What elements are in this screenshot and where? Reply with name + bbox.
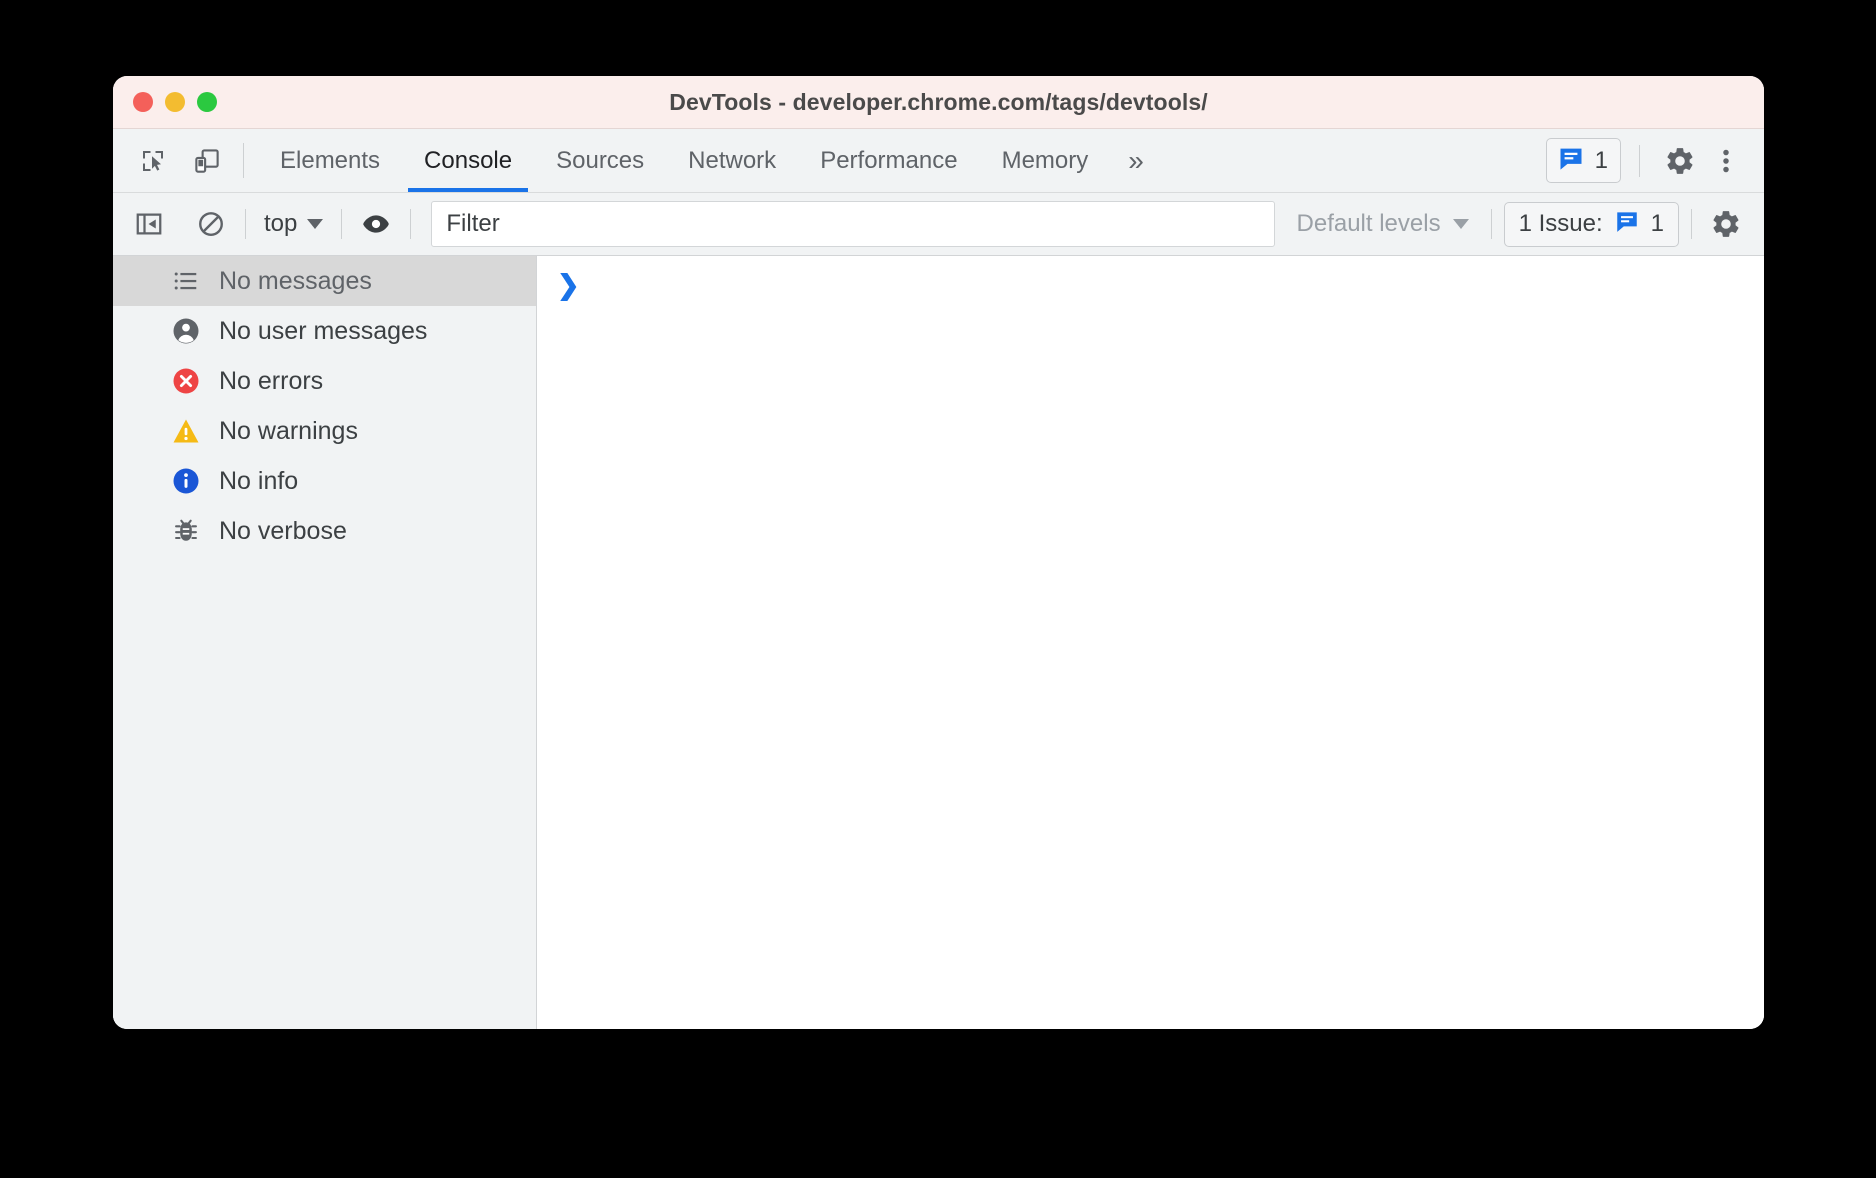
panel-tabs: Elements Console Sources Network Perform… xyxy=(258,129,1546,192)
console-toolbar-divider-2 xyxy=(341,209,342,239)
sidebar-item-label: No info xyxy=(219,467,298,496)
context-selector-value: top xyxy=(264,210,297,238)
sidebar-item-no-info[interactable]: No info xyxy=(113,456,536,506)
console-prompt-row[interactable]: ❯ xyxy=(537,256,1764,299)
sidebar-item-label: No messages xyxy=(219,267,372,296)
tabstrip-right-divider xyxy=(1639,145,1640,177)
tabstrip-left-tools xyxy=(113,129,229,192)
filter-input[interactable]: Filter xyxy=(431,201,1274,247)
window-title: DevTools - developer.chrome.com/tags/dev… xyxy=(113,89,1764,116)
kebab-menu-icon[interactable] xyxy=(1704,139,1748,183)
tab-performance-label: Performance xyxy=(820,147,957,175)
console-toolbar-divider-3 xyxy=(410,209,411,239)
tab-console[interactable]: Console xyxy=(402,129,534,192)
tab-memory-label: Memory xyxy=(1002,147,1089,175)
screenshot-stage: DevTools - developer.chrome.com/tags/dev… xyxy=(0,0,1876,1178)
console-toolbar-divider-4 xyxy=(1491,209,1492,239)
sidebar-item-label: No errors xyxy=(219,367,323,396)
sidebar-item-label: No user messages xyxy=(219,317,427,346)
filter-placeholder: Filter xyxy=(446,210,499,238)
clear-console-icon[interactable] xyxy=(189,202,233,246)
show-console-sidebar-icon[interactable] xyxy=(127,202,171,246)
bug-icon xyxy=(171,516,201,546)
issue-message-icon xyxy=(1557,144,1585,177)
issues-badge-button[interactable]: 1 xyxy=(1546,138,1621,183)
info-icon xyxy=(171,466,201,496)
tab-sources[interactable]: Sources xyxy=(534,129,666,192)
tab-memory[interactable]: Memory xyxy=(980,129,1111,192)
sidebar-item-label: No verbose xyxy=(219,517,347,546)
tab-performance[interactable]: Performance xyxy=(798,129,979,192)
sidebar-item-no-errors[interactable]: No errors xyxy=(113,356,536,406)
tab-elements-label: Elements xyxy=(280,147,380,175)
tab-sources-label: Sources xyxy=(556,147,644,175)
tab-console-label: Console xyxy=(424,147,512,175)
console-output-area[interactable]: ❯ xyxy=(537,256,1764,1029)
log-levels-value: Default levels xyxy=(1297,210,1441,238)
minimize-window-button[interactable] xyxy=(165,92,185,112)
user-icon xyxy=(171,316,201,346)
issues-counter-button[interactable]: 1 Issue: 1 xyxy=(1504,202,1679,247)
tab-network-label: Network xyxy=(688,147,776,175)
issues-badge-count: 1 xyxy=(1595,147,1608,175)
more-tabs-label: » xyxy=(1128,145,1142,177)
maximize-window-button[interactable] xyxy=(197,92,217,112)
sidebar-item-no-verbose[interactable]: No verbose xyxy=(113,506,536,556)
log-levels-selector[interactable]: Default levels xyxy=(1287,210,1479,238)
console-body: No messages No user messages xyxy=(113,256,1764,1029)
close-window-button[interactable] xyxy=(133,92,153,112)
tab-network[interactable]: Network xyxy=(666,129,798,192)
tabstrip-divider xyxy=(243,143,244,178)
chevron-down-icon xyxy=(1453,219,1469,229)
sidebar-item-no-messages[interactable]: No messages xyxy=(113,256,536,306)
device-toolbar-icon[interactable] xyxy=(185,139,229,183)
sidebar-item-label: No warnings xyxy=(219,417,358,446)
console-toolbar-divider-5 xyxy=(1691,209,1692,239)
devtools-window: DevTools - developer.chrome.com/tags/dev… xyxy=(113,76,1764,1029)
error-icon xyxy=(171,366,201,396)
console-toolbar-divider-1 xyxy=(245,209,246,239)
list-icon xyxy=(171,266,201,296)
sidebar-item-no-user-messages[interactable]: No user messages xyxy=(113,306,536,356)
chevron-down-icon xyxy=(307,219,323,229)
eye-icon[interactable] xyxy=(354,202,398,246)
issue-message-icon xyxy=(1614,208,1640,241)
javascript-context-selector[interactable]: top xyxy=(258,202,329,246)
console-sidebar: No messages No user messages xyxy=(113,256,537,1029)
devtools-tabstrip: Elements Console Sources Network Perform… xyxy=(113,129,1764,193)
console-toolbar: top Filter Default levels 1 Issue: xyxy=(113,193,1764,256)
inspect-cursor-icon[interactable] xyxy=(131,139,175,183)
warning-icon xyxy=(171,416,201,446)
traffic-light-buttons xyxy=(133,92,217,112)
console-prompt-chevron-icon: ❯ xyxy=(557,272,580,299)
window-titlebar: DevTools - developer.chrome.com/tags/dev… xyxy=(113,76,1764,129)
tab-elements[interactable]: Elements xyxy=(258,129,402,192)
sidebar-item-no-warnings[interactable]: No warnings xyxy=(113,406,536,456)
issues-counter-label: 1 Issue: xyxy=(1519,210,1603,238)
gear-icon[interactable] xyxy=(1704,202,1748,246)
more-tabs-chevron-icon[interactable]: » xyxy=(1110,129,1160,192)
issues-counter-count: 1 xyxy=(1651,210,1664,238)
tabstrip-right-tools: 1 xyxy=(1546,129,1764,192)
gear-icon[interactable] xyxy=(1658,139,1702,183)
